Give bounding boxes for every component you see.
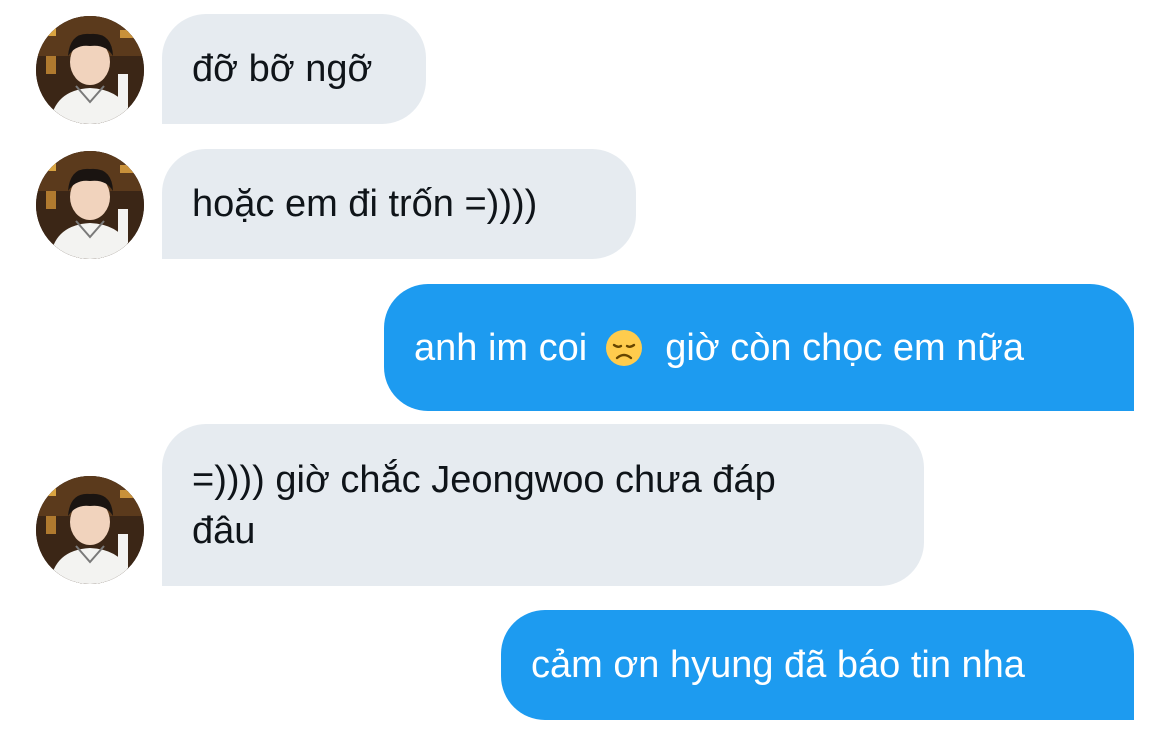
message-bubble-received[interactable]: =)))) giờ chắc Jeongwoo chưa đáp đâu bbox=[162, 424, 924, 586]
message-bubble-received[interactable]: đỡ bỡ ngỡ bbox=[162, 14, 426, 124]
message-bubble-sent[interactable]: anh im coi giờ còn chọc em nữa bbox=[384, 284, 1134, 411]
message-text-line-2: đâu bbox=[192, 510, 256, 552]
avatar-photo-icon bbox=[36, 476, 144, 584]
chat-thread: đỡ bỡ ngỡ hoặc em đi trốn =)))) anh im c… bbox=[0, 0, 1170, 749]
message-text-before-emoji: anh im coi bbox=[414, 326, 588, 369]
avatar[interactable] bbox=[36, 476, 144, 584]
message-text-row: anh im coi giờ còn chọc em nữa bbox=[414, 284, 1104, 411]
message-text: hoặc em đi trốn =)))) bbox=[192, 183, 538, 225]
message-bubble-received[interactable]: hoặc em đi trốn =)))) bbox=[162, 149, 636, 259]
message-text: đỡ bỡ ngỡ bbox=[192, 48, 373, 90]
message-text: cảm ơn hyung đã báo tin nha bbox=[531, 644, 1025, 686]
avatar[interactable] bbox=[36, 151, 144, 259]
avatar-photo-icon bbox=[36, 16, 144, 124]
message-text-line-1: =)))) giờ chắc Jeongwoo chưa đáp bbox=[192, 459, 776, 501]
message-text-after-emoji: giờ còn chọc em nữa bbox=[665, 326, 1024, 369]
avatar-photo-icon bbox=[36, 151, 144, 259]
message-bubble-sent[interactable]: cảm ơn hyung đã báo tin nha bbox=[501, 610, 1134, 720]
avatar[interactable] bbox=[36, 16, 144, 124]
disappointed-face-emoji-icon bbox=[606, 329, 643, 366]
